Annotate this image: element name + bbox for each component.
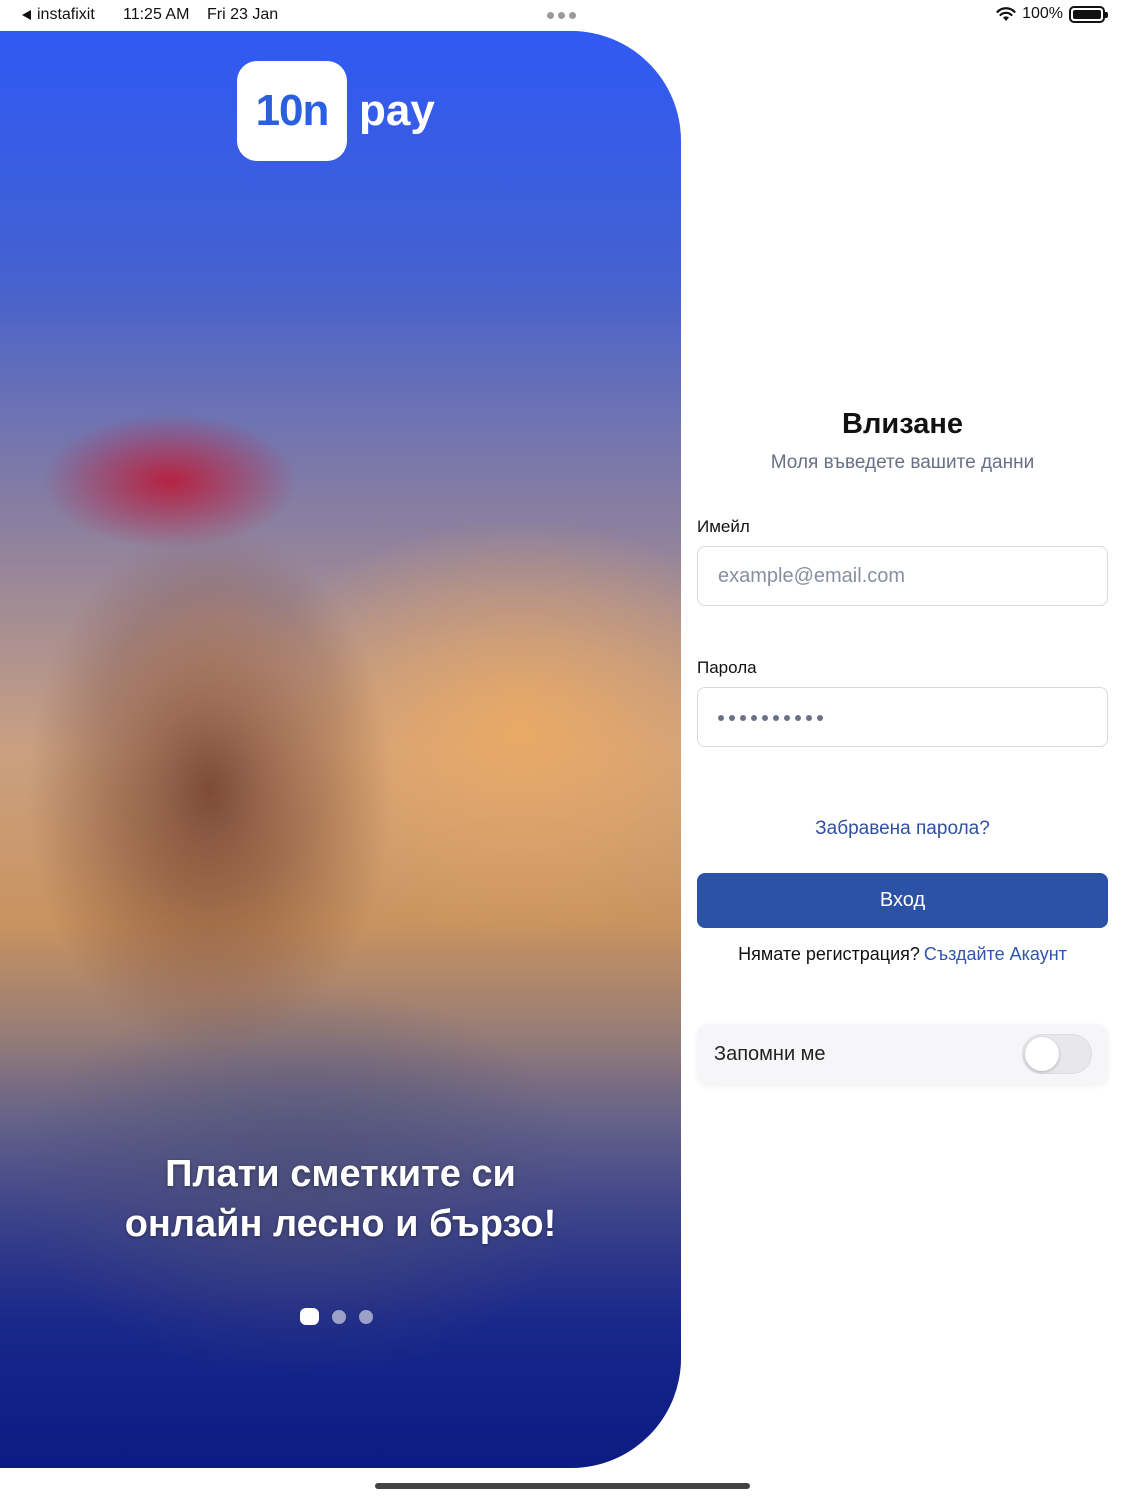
password-dot: [751, 715, 757, 721]
toggle-knob: [1025, 1037, 1059, 1071]
no-account-text: Нямате регистрация?: [738, 944, 920, 964]
login-button[interactable]: Вход: [697, 873, 1108, 928]
status-time: 11:25 AM: [123, 6, 190, 23]
signup-row: Нямате регистрация? Създайте Акаунт: [697, 944, 1108, 965]
battery-icon: [1069, 5, 1108, 23]
logo-text: pay: [359, 86, 435, 135]
password-dot: [740, 715, 746, 721]
hero-tagline: Плати сметките си онлайн лесно и бързо!: [0, 1149, 681, 1249]
remember-me-toggle[interactable]: [1022, 1034, 1092, 1074]
hero-tagline-line2: онлайн лесно и бързо!: [124, 1203, 557, 1245]
password-dot: [773, 715, 779, 721]
back-arrow-icon: [22, 10, 31, 20]
pager-dot-3[interactable]: [359, 1309, 373, 1324]
back-app-label: instafixit: [37, 6, 95, 23]
password-dot: [784, 715, 790, 721]
page-title: Влизане: [842, 408, 963, 440]
pager-dot-1[interactable]: [300, 1308, 319, 1325]
create-account-link[interactable]: Създайте Акаунт: [924, 944, 1067, 964]
battery-percentage: 100%: [1022, 5, 1063, 22]
logo-mark: 10n: [237, 61, 347, 161]
password-dot: [817, 715, 823, 721]
hero-tagline-line1: Плати сметките си: [165, 1153, 516, 1195]
back-to-app-link[interactable]: instafixit: [22, 6, 95, 24]
multitasking-dots-icon[interactable]: [547, 12, 576, 19]
password-label: Парола: [697, 658, 757, 677]
status-bar: instafixit 11:25 AM Fri 23 Jan 100%: [0, 0, 1125, 31]
password-dot: [718, 715, 724, 721]
hero-panel: 10n pay Плати сметките си онлайн лесно и…: [0, 31, 681, 1468]
carousel-pager[interactable]: [300, 1308, 373, 1325]
remember-me-label: Запомни ме: [714, 1043, 826, 1065]
pager-dot-2[interactable]: [332, 1309, 346, 1324]
remember-me-row: Запомни ме: [697, 1024, 1108, 1084]
forgot-password-link[interactable]: Забравена парола?: [697, 818, 1108, 840]
page-subtitle: Моля въведете вашите данни: [770, 452, 1035, 473]
password-field[interactable]: [697, 687, 1108, 747]
password-dot: [806, 715, 812, 721]
status-date: Fri 23 Jan: [207, 6, 279, 23]
status-right: 100%: [996, 5, 1108, 23]
password-dot: [795, 715, 801, 721]
password-dot: [729, 715, 735, 721]
hero-photo: [0, 31, 681, 1468]
app-logo: 10n pay: [237, 61, 435, 161]
password-mask: [718, 688, 823, 748]
email-label: Имейл: [697, 517, 750, 536]
wifi-icon: [996, 6, 1016, 21]
password-dot: [762, 715, 768, 721]
home-indicator[interactable]: [375, 1483, 750, 1489]
email-field[interactable]: [697, 546, 1108, 606]
